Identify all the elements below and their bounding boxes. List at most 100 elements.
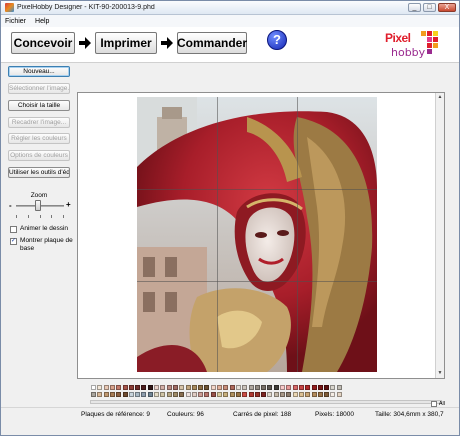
palette-color-swatch[interactable] [223,385,229,390]
palette-color-swatch[interactable] [128,385,134,390]
palette-color-swatch[interactable] [210,385,216,390]
palette-color-swatch[interactable] [317,392,323,397]
select-image-button[interactable]: Sélectionner l'image... [8,83,70,94]
step-imprimer-button[interactable]: Imprimer [95,32,157,54]
palette-color-swatch[interactable] [336,392,342,397]
palette-color-swatch[interactable] [273,385,279,390]
checkbox-box[interactable] [10,226,17,233]
help-icon[interactable]: ? [267,30,287,50]
palette-color-swatch[interactable] [135,385,141,390]
palette-color-swatch[interactable] [330,385,336,390]
palette-color-swatch[interactable] [305,385,311,390]
palette-color-swatch[interactable] [179,392,185,397]
palette-color-swatch[interactable] [242,385,248,390]
adjust-colors-button[interactable]: Régler les couleurs [8,133,70,144]
palette-color-swatch[interactable] [254,385,260,390]
menu-help[interactable]: Help [35,18,49,25]
palette-color-swatch[interactable] [204,392,210,397]
palette-color-swatch[interactable] [109,385,115,390]
palette-color-swatch[interactable] [122,392,128,397]
palette-color-swatch[interactable] [91,385,96,390]
scroll-down-icon[interactable]: ▼ [436,369,444,378]
palette-color-swatch[interactable] [116,385,122,390]
palette-color-swatch[interactable] [109,392,115,397]
palette-color-swatch[interactable] [267,385,273,390]
palette-color-swatch[interactable] [166,392,172,397]
palette-color-swatch[interactable] [324,385,330,390]
palette-color-swatch[interactable] [198,385,204,390]
palette-color-swatch[interactable] [280,385,285,390]
palette-color-swatch[interactable] [141,392,147,397]
palette-color-swatch[interactable] [103,392,109,397]
palette-color-swatch[interactable] [286,385,292,390]
palette-color-swatch[interactable] [229,385,235,390]
palette-color-swatch[interactable] [103,385,109,390]
minimize-button[interactable]: _ [408,3,421,12]
editing-tools-button[interactable]: Utiliser les outils d'édition [8,167,70,178]
palette-color-swatch[interactable] [280,392,285,397]
palette-color-swatch[interactable] [298,392,304,397]
palette-color-swatch[interactable] [160,385,166,390]
palette-color-swatch[interactable] [185,392,191,397]
palette-color-swatch[interactable] [210,392,216,397]
palette-color-swatch[interactable] [248,385,254,390]
palette-color-swatch[interactable] [141,385,147,390]
checkbox-box[interactable]: ✓ [10,238,18,245]
palette-color-swatch[interactable] [248,392,254,397]
palette-color-swatch[interactable] [191,385,197,390]
palette-color-swatch[interactable] [311,392,317,397]
palette-color-swatch[interactable] [223,392,229,397]
palette-color-swatch[interactable] [292,385,298,390]
palette-color-swatch[interactable] [122,385,128,390]
palette-color-swatch[interactable] [135,392,141,397]
step-concevoir-button[interactable]: Concevoir [11,32,75,54]
palette-color-swatch[interactable] [154,385,159,390]
palette-color-swatch[interactable] [273,392,279,397]
palette-color-swatch[interactable] [305,392,311,397]
palette-color-swatch[interactable] [147,392,153,397]
palette-color-swatch[interactable] [235,385,241,390]
palette-color-swatch[interactable] [97,392,103,397]
zoom-slider-thumb[interactable] [34,200,41,211]
crop-image-button[interactable]: Recadrer l'image... [8,117,70,128]
palette-color-swatch[interactable] [324,392,330,397]
palette-color-swatch[interactable] [235,392,241,397]
palette-color-swatch[interactable] [261,385,267,390]
palette-color-swatch[interactable] [261,392,267,397]
palette-color-swatch[interactable] [298,385,304,390]
palette-color-swatch[interactable] [267,392,273,397]
design-canvas[interactable]: ▲ ▼ [77,92,445,379]
palette-color-swatch[interactable] [217,385,222,390]
palette-color-swatch[interactable] [330,392,336,397]
pixel-image-preview[interactable] [137,97,377,372]
step-commander-button[interactable]: Commander [177,32,247,54]
palette-color-swatch[interactable] [172,392,178,397]
palette-color-swatch[interactable] [154,392,159,397]
maximize-button[interactable]: □ [423,3,436,12]
close-button[interactable]: X [438,3,456,12]
palette-color-swatch[interactable] [286,392,292,397]
palette-color-swatch[interactable] [91,392,96,397]
palette-color-swatch[interactable] [179,385,185,390]
palette-scrollbar[interactable] [90,400,442,404]
palette-color-swatch[interactable] [147,385,153,390]
palette-color-swatch[interactable] [97,385,103,390]
palette-color-swatch[interactable] [217,392,222,397]
palette-color-swatch[interactable] [191,392,197,397]
canvas-vertical-scrollbar[interactable]: ▲ ▼ [435,93,444,378]
title-bar[interactable]: PixelHobby Designer - KIT-90-200013-9.ph… [1,1,459,15]
nouveau-button[interactable]: Nouveau... [8,66,70,77]
palette-color-swatch[interactable] [229,392,235,397]
palette-color-swatch[interactable] [172,385,178,390]
palette-color-swatch[interactable] [317,385,323,390]
palette-color-swatch[interactable] [160,392,166,397]
palette-color-swatch[interactable] [204,385,210,390]
palette-color-swatch[interactable] [254,392,260,397]
palette-color-swatch[interactable] [166,385,172,390]
palette-color-swatch[interactable] [116,392,122,397]
color-options-button[interactable]: Options de couleurs [8,150,70,161]
show-baseplate-checkbox[interactable]: ✓ Montrer plaque de base [10,237,74,253]
menu-fichier[interactable]: Fichier [5,18,26,25]
palette-color-swatch[interactable] [336,385,342,390]
palette-color-swatch[interactable] [128,392,134,397]
